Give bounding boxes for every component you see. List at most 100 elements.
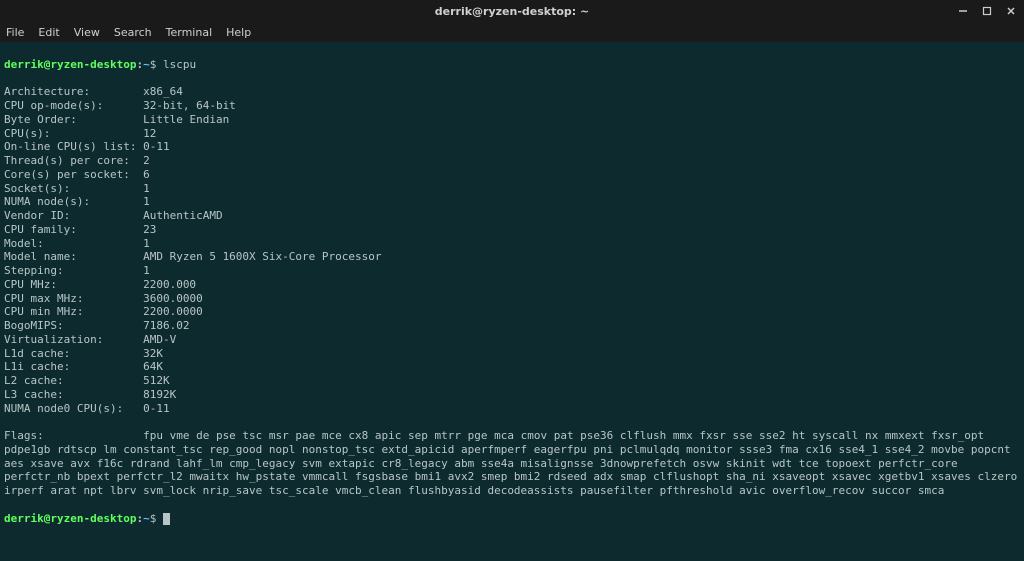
menu-view[interactable]: View	[74, 26, 100, 39]
prompt-path: ~	[143, 512, 150, 525]
lscpu-value: AuthenticAMD	[143, 209, 222, 222]
lscpu-value: x86_64	[143, 85, 183, 98]
lscpu-row: CPU op-mode(s): 32-bit, 64-bit	[4, 99, 1020, 113]
lscpu-row: CPU family: 23	[4, 223, 1020, 237]
prompt-line-idle: derrik@ryzen-desktop:~$	[4, 512, 1020, 526]
lscpu-label: L1i cache:	[4, 360, 70, 373]
lscpu-label: CPU family:	[4, 223, 77, 236]
window-title: derrik@ryzen-desktop: ~	[435, 5, 589, 18]
lscpu-row: L2 cache: 512K	[4, 374, 1020, 388]
lscpu-row: Stepping: 1	[4, 264, 1020, 278]
terminal-output[interactable]: derrik@ryzen-desktop:~$ lscpu Architectu…	[0, 42, 1024, 561]
menu-edit[interactable]: Edit	[38, 26, 59, 39]
lscpu-row: Virtualization: AMD-V	[4, 333, 1020, 347]
lscpu-row: Vendor ID: AuthenticAMD	[4, 209, 1020, 223]
menu-help[interactable]: Help	[226, 26, 251, 39]
lscpu-value: 8192K	[143, 388, 176, 401]
lscpu-label: Stepping:	[4, 264, 64, 277]
lscpu-label: CPU min MHz:	[4, 305, 83, 318]
lscpu-value: Little Endian	[143, 113, 229, 126]
maximize-icon[interactable]	[980, 4, 994, 18]
lscpu-label: Architecture:	[4, 85, 90, 98]
lscpu-label: Model:	[4, 237, 44, 250]
flags-line: Flags: fpu vme de pse tsc msr pae mce cx…	[4, 429, 1020, 498]
command-text: lscpu	[163, 58, 196, 71]
lscpu-output: Architecture: x86_64CPU op-mode(s): 32-b…	[4, 85, 1020, 415]
lscpu-row: CPU min MHz: 2200.0000	[4, 305, 1020, 319]
titlebar: derrik@ryzen-desktop: ~	[0, 0, 1024, 22]
lscpu-value: 3600.0000	[143, 292, 203, 305]
lscpu-value: AMD-V	[143, 333, 176, 346]
lscpu-row: CPU(s): 12	[4, 127, 1020, 141]
lscpu-value: 23	[143, 223, 156, 236]
flags-label: Flags:	[4, 429, 44, 442]
lscpu-value: 0-11	[143, 140, 170, 153]
lscpu-row: On-line CPU(s) list: 0-11	[4, 140, 1020, 154]
lscpu-value: 2	[143, 154, 150, 167]
prompt-path: ~	[143, 58, 150, 71]
lscpu-label: Model name:	[4, 250, 77, 263]
lscpu-value: 1	[143, 264, 150, 277]
prompt-user: derrik@ryzen-desktop	[4, 512, 136, 525]
lscpu-value: 7186.02	[143, 319, 189, 332]
menu-file[interactable]: File	[6, 26, 24, 39]
prompt-symbol: $	[150, 512, 157, 525]
lscpu-value: AMD Ryzen 5 1600X Six-Core Processor	[143, 250, 381, 263]
lscpu-label: CPU op-mode(s):	[4, 99, 103, 112]
lscpu-label: Vendor ID:	[4, 209, 70, 222]
lscpu-label: Thread(s) per core:	[4, 154, 130, 167]
window-controls	[956, 4, 1018, 18]
lscpu-row: Byte Order: Little Endian	[4, 113, 1020, 127]
lscpu-label: L1d cache:	[4, 347, 70, 360]
lscpu-value: 2200.000	[143, 278, 196, 291]
lscpu-row: Socket(s): 1	[4, 182, 1020, 196]
cursor	[163, 513, 170, 525]
lscpu-value: 32K	[143, 347, 163, 360]
lscpu-value: 512K	[143, 374, 170, 387]
lscpu-label: BogoMIPS:	[4, 319, 64, 332]
lscpu-label: Core(s) per socket:	[4, 168, 130, 181]
lscpu-row: Thread(s) per core: 2	[4, 154, 1020, 168]
lscpu-value: 6	[143, 168, 150, 181]
lscpu-row: L3 cache: 8192K	[4, 388, 1020, 402]
lscpu-value: 1	[143, 237, 150, 250]
lscpu-row: NUMA node(s): 1	[4, 195, 1020, 209]
lscpu-label: On-line CPU(s) list:	[4, 140, 136, 153]
lscpu-row: Model: 1	[4, 237, 1020, 251]
lscpu-row: Core(s) per socket: 6	[4, 168, 1020, 182]
lscpu-label: CPU(s):	[4, 127, 50, 140]
lscpu-row: L1d cache: 32K	[4, 347, 1020, 361]
lscpu-value: 0-11	[143, 402, 170, 415]
lscpu-value: 32-bit, 64-bit	[143, 99, 236, 112]
lscpu-label: Virtualization:	[4, 333, 103, 346]
lscpu-value: 1	[143, 182, 150, 195]
lscpu-label: Socket(s):	[4, 182, 70, 195]
lscpu-row: BogoMIPS: 7186.02	[4, 319, 1020, 333]
lscpu-value: 12	[143, 127, 156, 140]
close-icon[interactable]	[1004, 4, 1018, 18]
lscpu-label: L2 cache:	[4, 374, 64, 387]
lscpu-label: CPU max MHz:	[4, 292, 83, 305]
prompt-line: derrik@ryzen-desktop:~$ lscpu	[4, 58, 1020, 72]
flags-value: fpu vme de pse tsc msr pae mce cx8 apic …	[4, 429, 1024, 497]
lscpu-value: 2200.0000	[143, 305, 203, 318]
prompt-user: derrik@ryzen-desktop	[4, 58, 136, 71]
menu-search[interactable]: Search	[114, 26, 152, 39]
lscpu-row: CPU MHz: 2200.000	[4, 278, 1020, 292]
lscpu-label: L3 cache:	[4, 388, 64, 401]
lscpu-value: 64K	[143, 360, 163, 373]
menu-terminal[interactable]: Terminal	[166, 26, 213, 39]
lscpu-label: CPU MHz:	[4, 278, 57, 291]
prompt-symbol: $	[150, 58, 157, 71]
lscpu-label: NUMA node0 CPU(s):	[4, 402, 123, 415]
lscpu-row: Model name: AMD Ryzen 5 1600X Six-Core P…	[4, 250, 1020, 264]
lscpu-row: CPU max MHz: 3600.0000	[4, 292, 1020, 306]
lscpu-row: L1i cache: 64K	[4, 360, 1020, 374]
lscpu-row: NUMA node0 CPU(s): 0-11	[4, 402, 1020, 416]
minimize-icon[interactable]	[956, 4, 970, 18]
menubar: File Edit View Search Terminal Help	[0, 22, 1024, 42]
lscpu-row: Architecture: x86_64	[4, 85, 1020, 99]
lscpu-value: 1	[143, 195, 150, 208]
lscpu-label: NUMA node(s):	[4, 195, 90, 208]
lscpu-label: Byte Order:	[4, 113, 77, 126]
